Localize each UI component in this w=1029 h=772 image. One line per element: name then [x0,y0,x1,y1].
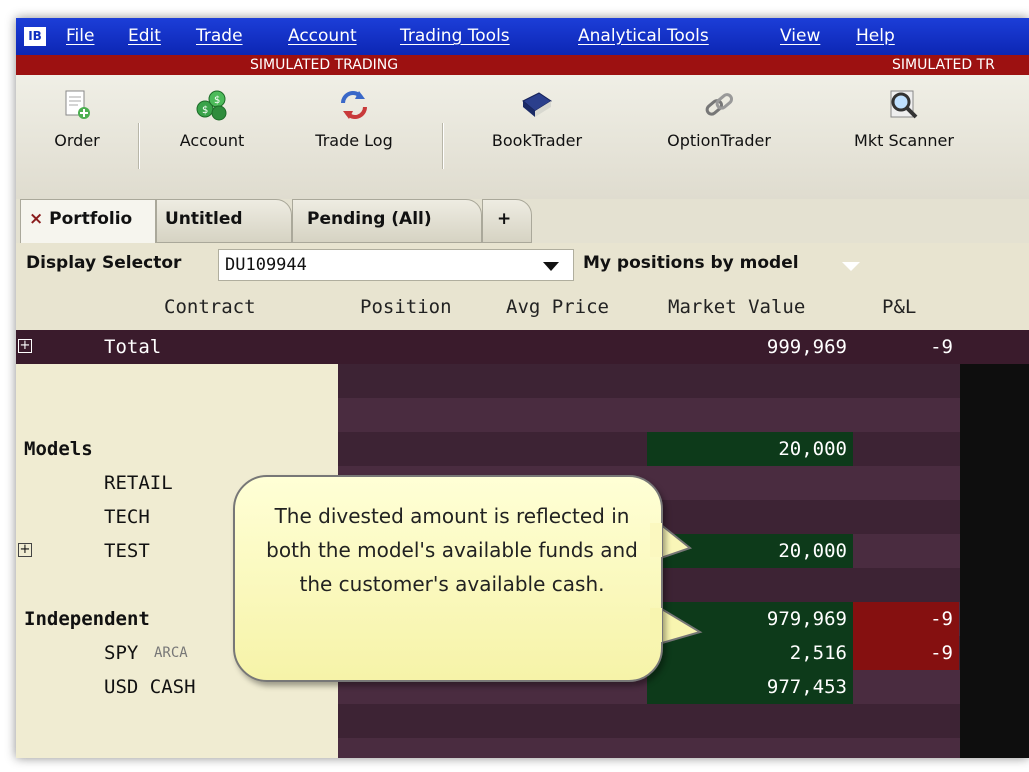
callout-text: The divested amount is reflected in both… [266,504,638,596]
explanatory-callout: The divested amount is reflected in both… [233,475,663,682]
